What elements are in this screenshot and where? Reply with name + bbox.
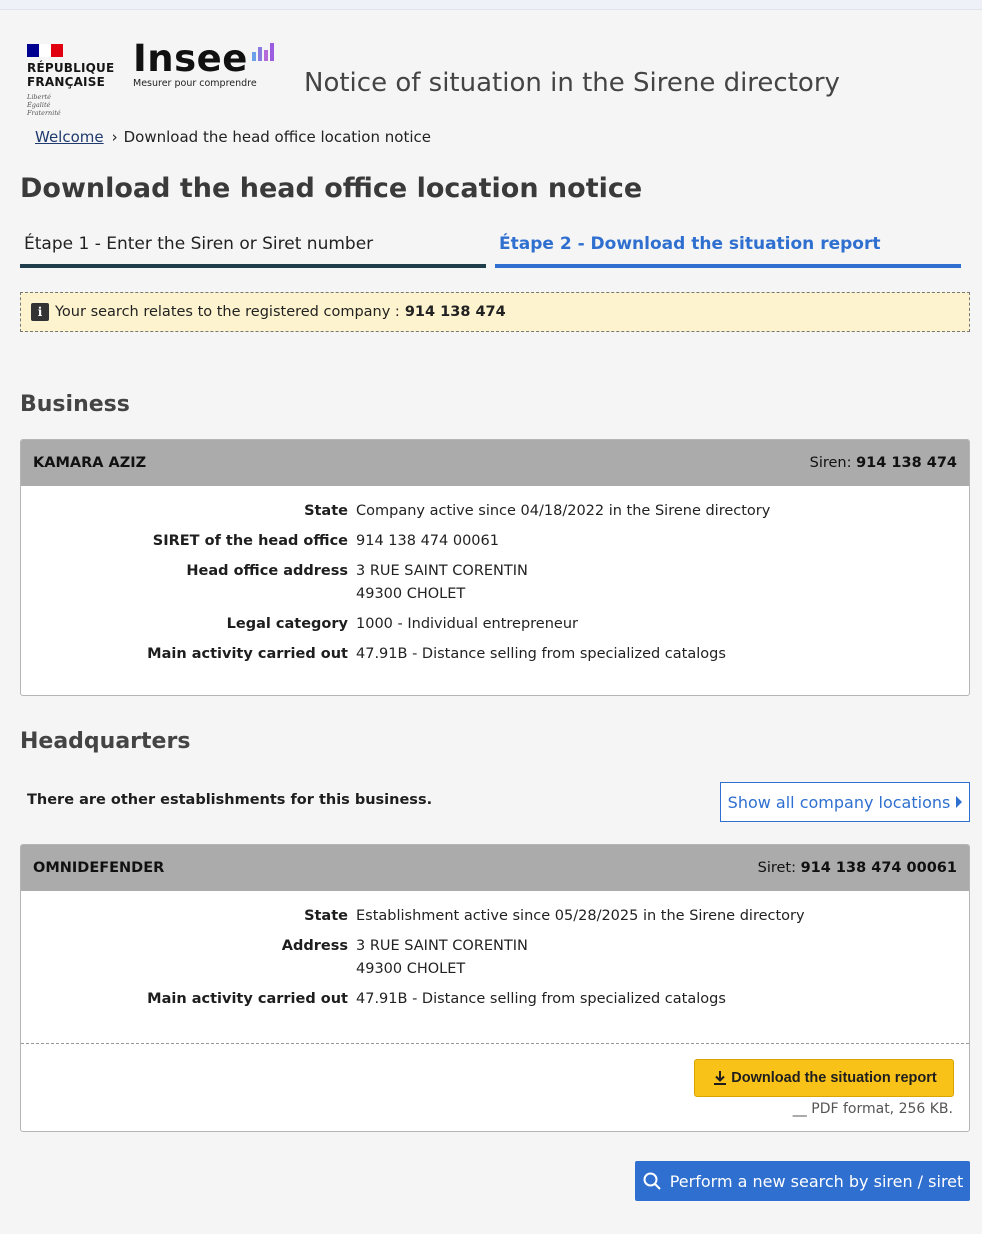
field-value: 1000 - Individual entrepreneur	[356, 616, 578, 632]
field-label: Head office address	[186, 563, 348, 579]
show-all-locations-button[interactable]: Show all company locations	[720, 782, 970, 822]
insee-name: Insee	[133, 37, 248, 80]
headquarters-field-row: State Establishment active since 05/28/2…	[21, 905, 969, 928]
field-value: Company active since 04/18/2022 in the S…	[356, 503, 771, 519]
business-name: KAMARA AZIZ	[33, 455, 147, 471]
headquarters-field-row: Address 3 RUE SAINT CORENTIN 49300 CHOLE…	[21, 935, 969, 981]
breadcrumb-separator-icon: ›	[111, 128, 118, 146]
headquarters-card-body: State Establishment active since 05/28/2…	[21, 891, 969, 1007]
breadcrumb: Welcome › Download the head office locatio…	[35, 128, 431, 146]
siret-value: 914 138 474 00061	[800, 860, 957, 876]
establishment-name: OMNIDEFENDER	[33, 860, 165, 876]
headquarters-card-header: OMNIDEFENDER Siret: 914 138 474 00061	[21, 845, 969, 891]
business-field-row: State Company active since 04/18/2022 in…	[21, 500, 969, 523]
motto-line: Égalité	[27, 101, 51, 109]
address-line: 3 RUE SAINT CORENTIN	[356, 563, 528, 579]
business-card-body: State Company active since 04/18/2022 in…	[21, 486, 969, 666]
field-value: Establishment active since 05/28/2025 in…	[356, 908, 805, 924]
field-value: 3 RUE SAINT CORENTIN 49300 CHOLET	[356, 560, 528, 606]
field-value: 914 138 474 00061	[356, 533, 499, 549]
insee-tagline: Mesurer pour comprendre	[133, 78, 257, 89]
republic-line2: FRANÇAISE	[27, 75, 105, 89]
insee-logo[interactable]: Insee Mesurer pour comprendre	[133, 40, 274, 89]
business-card-header: KAMARA AZIZ Siren: 914 138 474	[21, 440, 969, 486]
steps-indicator: Étape 1 - Enter the Siren or Siret numbe…	[20, 234, 961, 268]
establishment-siret: Siret: 914 138 474 00061	[758, 860, 957, 876]
republique-francaise-logo[interactable]: RÉPUBLIQUE FRANÇAISE Liberté Égalité Fra…	[27, 44, 114, 117]
motto-line: Fraternité	[27, 109, 61, 117]
pdf-format-info: __ PDF format, 256 KB.	[792, 1101, 953, 1117]
field-label: Main activity carried out	[147, 991, 348, 1007]
new-search-label: Perform a new search by siren / siret	[669, 1171, 964, 1191]
headquarters-section-title: Headquarters	[20, 729, 191, 754]
caret-right-icon	[956, 796, 963, 808]
business-siren: Siren: 914 138 474	[810, 455, 957, 471]
business-field-row: Head office address 3 RUE SAINT CORENTIN…	[21, 560, 969, 606]
business-field-row: Legal category 1000 - Individual entrepr…	[21, 613, 969, 636]
site-title: Notice of situation in the Sirene direct…	[304, 68, 840, 98]
headquarters-card: OMNIDEFENDER Siret: 914 138 474 00061 St…	[20, 844, 970, 1132]
business-section-title: Business	[20, 392, 130, 417]
field-label: Address	[281, 938, 348, 954]
field-label: SIRET of the head office	[152, 533, 348, 549]
step-1-tab[interactable]: Étape 1 - Enter the Siren or Siret numbe…	[20, 234, 486, 268]
field-value: 3 RUE SAINT CORENTIN 49300 CHOLET	[356, 935, 528, 981]
step-2-tab[interactable]: Étape 2 - Download the situation report	[495, 234, 961, 268]
info-icon: i	[31, 303, 49, 321]
siren-value: 914 138 474	[856, 455, 957, 471]
download-report-label: Download the situation report	[731, 1070, 937, 1086]
republic-line1: RÉPUBLIQUE	[27, 61, 115, 75]
download-icon	[714, 1071, 727, 1085]
business-card: KAMARA AZIZ Siren: 914 138 474 State Com…	[20, 439, 970, 696]
field-label: Main activity carried out	[147, 646, 348, 662]
siret-label: Siret:	[757, 860, 796, 876]
field-label: State	[304, 908, 348, 924]
notice-value: 914 138 474	[404, 304, 506, 320]
page-title: Download the head office location notice	[20, 173, 643, 204]
other-establishments-text: There are other establishments for this …	[27, 792, 433, 808]
headquarters-card-footer: Download the situation report __ PDF for…	[21, 1043, 969, 1131]
siren-label: Siren:	[809, 455, 852, 471]
field-value: 47.91B - Distance selling from specializ…	[356, 646, 726, 662]
top-bar	[0, 0, 982, 10]
address-line: 49300 CHOLET	[356, 586, 466, 602]
search-icon	[643, 1172, 661, 1190]
show-all-locations-label: Show all company locations	[727, 792, 951, 812]
field-label: State	[304, 503, 348, 519]
search-notice: i Your search relates to the registered …	[20, 292, 970, 332]
business-field-row: Main activity carried out 47.91B - Dista…	[21, 643, 969, 666]
breadcrumb-home-link[interactable]: Welcome	[35, 128, 104, 146]
field-label: Legal category	[226, 616, 348, 632]
address-line: 49300 CHOLET	[356, 961, 466, 977]
motto-line: Liberté	[27, 93, 51, 101]
motto: Liberté Égalité Fraternité	[27, 93, 114, 117]
french-flag-icon	[27, 44, 63, 57]
breadcrumb-current: Download the head office location notice	[123, 128, 431, 146]
header: RÉPUBLIQUE FRANÇAISE Liberté Égalité Fra…	[0, 10, 982, 118]
download-report-button[interactable]: Download the situation report	[694, 1059, 954, 1097]
business-field-row: SIRET of the head office 914 138 474 000…	[21, 530, 969, 553]
address-line: 3 RUE SAINT CORENTIN	[356, 938, 528, 954]
insee-bars-icon	[251, 43, 274, 61]
notice-text: Your search relates to the registered co…	[55, 304, 400, 320]
headquarters-field-row: Main activity carried out 47.91B - Dista…	[21, 988, 969, 1011]
field-value: 47.91B - Distance selling from specializ…	[356, 991, 726, 1007]
new-search-button[interactable]: Perform a new search by siren / siret	[635, 1161, 970, 1201]
